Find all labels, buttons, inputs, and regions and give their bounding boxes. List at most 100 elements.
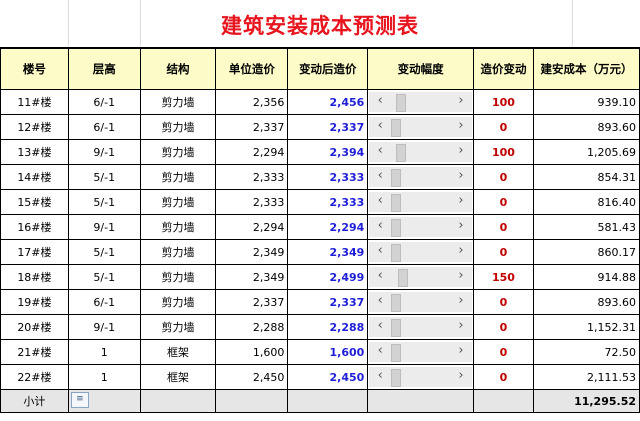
- cell-structure[interactable]: 剪力墙: [139, 139, 217, 165]
- cell-unit-cost[interactable]: 2,288: [215, 314, 289, 340]
- cell-floors[interactable]: 5/-1: [67, 239, 141, 265]
- scroll-right-arrow-icon[interactable]: ›: [450, 267, 472, 287]
- header-adjusted-cost[interactable]: 变动后造价: [287, 47, 369, 90]
- cell-cost-change[interactable]: 0: [473, 364, 534, 390]
- cell-building[interactable]: 11#楼: [0, 89, 69, 115]
- cell-building[interactable]: 20#楼: [0, 314, 69, 340]
- scroll-right-arrow-icon[interactable]: ›: [450, 142, 472, 162]
- header-floors[interactable]: 层高: [67, 47, 141, 90]
- adjust-scrollbar[interactable]: ‹ ›: [369, 242, 473, 262]
- scroll-thumb[interactable]: [396, 144, 407, 162]
- cell-cost-change[interactable]: 0: [473, 114, 534, 140]
- scroll-right-arrow-icon[interactable]: ›: [450, 192, 472, 212]
- scroll-right-arrow-icon[interactable]: ›: [450, 92, 472, 112]
- cell-install-cost[interactable]: 939.10: [532, 89, 640, 115]
- cell-structure[interactable]: 剪力墙: [139, 239, 217, 265]
- cell-floors[interactable]: 9/-1: [67, 314, 141, 340]
- subtotal-empty-cell[interactable]: [215, 389, 289, 413]
- cell-adjusted-cost[interactable]: 2,333: [287, 189, 369, 215]
- cell-unit-cost[interactable]: 2,356: [215, 89, 289, 115]
- cell-building[interactable]: 13#楼: [0, 139, 69, 165]
- adjust-scrollbar[interactable]: ‹ ›: [369, 217, 473, 237]
- cell-building[interactable]: 14#楼: [0, 164, 69, 190]
- scroll-right-arrow-icon[interactable]: ›: [450, 367, 472, 387]
- cell-install-cost[interactable]: 72.50: [532, 339, 640, 365]
- cell-adjust-range[interactable]: ‹ ›: [367, 164, 475, 190]
- cell-unit-cost[interactable]: 2,337: [215, 289, 289, 315]
- cell-adjusted-cost[interactable]: 1,600: [287, 339, 369, 365]
- cell-install-cost[interactable]: 816.40: [532, 189, 640, 215]
- paste-options-icon[interactable]: ≡: [70, 392, 89, 408]
- cell-cost-change[interactable]: 0: [473, 239, 534, 265]
- cell-adjust-range[interactable]: ‹ ›: [367, 289, 475, 315]
- scroll-left-arrow-icon[interactable]: ‹: [369, 367, 391, 387]
- scroll-left-arrow-icon[interactable]: ‹: [369, 342, 391, 362]
- adjust-scrollbar[interactable]: ‹ ›: [369, 342, 473, 362]
- cell-floors[interactable]: 6/-1: [67, 289, 141, 315]
- cell-unit-cost[interactable]: 2,337: [215, 114, 289, 140]
- cell-structure[interactable]: 剪力墙: [139, 189, 217, 215]
- cell-install-cost[interactable]: 581.43: [532, 214, 640, 240]
- cell-building[interactable]: 12#楼: [0, 114, 69, 140]
- cell-cost-change[interactable]: 100: [473, 89, 534, 115]
- cell-structure[interactable]: 框架: [139, 339, 217, 365]
- adjust-scrollbar[interactable]: ‹ ›: [369, 192, 473, 212]
- cell-install-cost[interactable]: 854.31: [532, 164, 640, 190]
- cell-install-cost[interactable]: 1,205.69: [532, 139, 640, 165]
- adjust-scrollbar[interactable]: ‹ ›: [369, 267, 473, 287]
- scroll-thumb[interactable]: [398, 269, 409, 287]
- scroll-thumb[interactable]: [391, 119, 402, 137]
- scroll-left-arrow-icon[interactable]: ‹: [369, 117, 391, 137]
- cell-building[interactable]: 22#楼: [0, 364, 69, 390]
- cell-adjusted-cost[interactable]: 2,499: [287, 264, 369, 290]
- cell-adjusted-cost[interactable]: 2,456: [287, 89, 369, 115]
- scroll-thumb[interactable]: [391, 194, 402, 212]
- cell-cost-change[interactable]: 0: [473, 189, 534, 215]
- cell-adjusted-cost[interactable]: 2,337: [287, 289, 369, 315]
- cell-adjusted-cost[interactable]: 2,450: [287, 364, 369, 390]
- scroll-left-arrow-icon[interactable]: ‹: [369, 317, 391, 337]
- cell-structure[interactable]: 剪力墙: [139, 114, 217, 140]
- scroll-left-arrow-icon[interactable]: ‹: [369, 192, 391, 212]
- scroll-left-arrow-icon[interactable]: ‹: [369, 242, 391, 262]
- subtotal-total[interactable]: 11,295.52: [532, 389, 640, 413]
- cell-adjust-range[interactable]: ‹ ›: [367, 339, 475, 365]
- subtotal-empty-cell[interactable]: [287, 389, 369, 413]
- header-adjust-range[interactable]: 变动幅度: [367, 47, 475, 90]
- cell-unit-cost[interactable]: 2,294: [215, 139, 289, 165]
- header-building[interactable]: 楼号: [0, 47, 69, 90]
- cell-floors[interactable]: 9/-1: [67, 214, 141, 240]
- cell-building[interactable]: 18#楼: [0, 264, 69, 290]
- cell-floors[interactable]: 5/-1: [67, 264, 141, 290]
- cell-floors[interactable]: 1: [67, 339, 141, 365]
- cell-floors[interactable]: 5/-1: [67, 164, 141, 190]
- adjust-scrollbar[interactable]: ‹ ›: [369, 117, 473, 137]
- cell-floors[interactable]: 9/-1: [67, 139, 141, 165]
- cell-unit-cost[interactable]: 2,450: [215, 364, 289, 390]
- cell-adjusted-cost[interactable]: 2,333: [287, 164, 369, 190]
- adjust-scrollbar[interactable]: ‹ ›: [369, 142, 473, 162]
- cell-adjusted-cost[interactable]: 2,337: [287, 114, 369, 140]
- cell-floors[interactable]: 1: [67, 364, 141, 390]
- cell-install-cost[interactable]: 893.60: [532, 289, 640, 315]
- cell-unit-cost[interactable]: 2,333: [215, 164, 289, 190]
- scroll-thumb[interactable]: [391, 294, 402, 312]
- scroll-thumb[interactable]: [391, 369, 402, 387]
- cell-building[interactable]: 21#楼: [0, 339, 69, 365]
- cell-unit-cost[interactable]: 2,333: [215, 189, 289, 215]
- cell-structure[interactable]: 剪力墙: [139, 214, 217, 240]
- scroll-left-arrow-icon[interactable]: ‹: [369, 267, 391, 287]
- cell-cost-change[interactable]: 0: [473, 289, 534, 315]
- scroll-left-arrow-icon[interactable]: ‹: [369, 292, 391, 312]
- cell-adjust-range[interactable]: ‹ ›: [367, 139, 475, 165]
- cell-install-cost[interactable]: 2,111.53: [532, 364, 640, 390]
- adjust-scrollbar[interactable]: ‹ ›: [369, 92, 473, 112]
- cell-adjusted-cost[interactable]: 2,288: [287, 314, 369, 340]
- scroll-right-arrow-icon[interactable]: ›: [450, 317, 472, 337]
- cell-structure[interactable]: 剪力墙: [139, 314, 217, 340]
- cell-building[interactable]: 16#楼: [0, 214, 69, 240]
- cell-structure[interactable]: 剪力墙: [139, 264, 217, 290]
- scroll-thumb[interactable]: [391, 244, 402, 262]
- cell-adjust-range[interactable]: ‹ ›: [367, 264, 475, 290]
- cell-adjusted-cost[interactable]: 2,349: [287, 239, 369, 265]
